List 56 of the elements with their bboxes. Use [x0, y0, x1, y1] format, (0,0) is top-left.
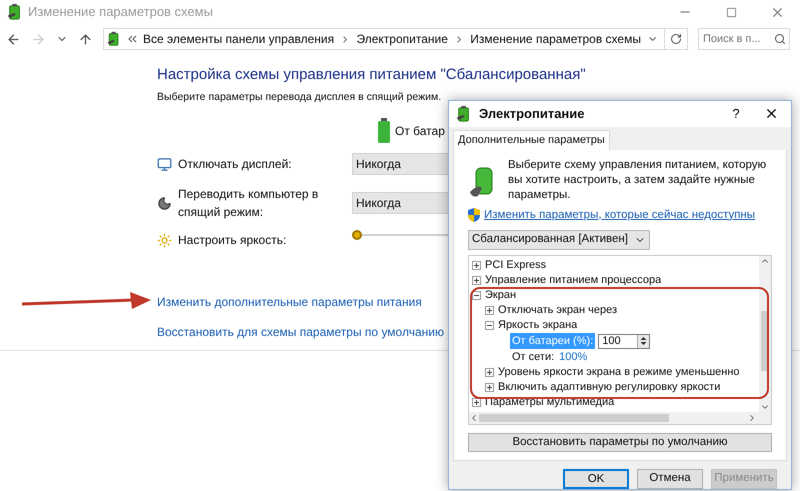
tree-item[interactable]: PCI Express — [485, 257, 546, 274]
overflow-chevrons-icon[interactable] — [128, 35, 137, 43]
setting-label: Отключать дисплей: — [178, 156, 293, 174]
plus-toggle-icon[interactable] — [472, 261, 481, 270]
setting-label: Переводить компьютер в спящий режим: — [178, 186, 320, 222]
minus-toggle-icon[interactable] — [472, 291, 481, 300]
plus-toggle-icon[interactable] — [485, 306, 494, 315]
setting-value[interactable]: 100% — [559, 348, 588, 366]
slider-thumb[interactable] — [352, 230, 362, 240]
spinner-arrows-icon[interactable] — [637, 334, 650, 348]
setting-label[interactable]: От сети: — [510, 348, 556, 366]
refresh-icon[interactable] — [670, 33, 682, 45]
plus-toggle-icon[interactable] — [485, 368, 494, 377]
column-header: От батар — [395, 123, 445, 140]
breadcrumb[interactable]: Все элементы панели управления — [143, 30, 334, 48]
restore-defaults-button[interactable]: Восстановить параметры по умолчанию — [468, 433, 772, 452]
dialog-button[interactable]: Отмена — [637, 469, 703, 489]
search-icon[interactable] — [774, 33, 786, 45]
page-heading: Настройка схемы управления питанием "Сбалансированная" — [157, 65, 586, 85]
moon-icon — [157, 196, 172, 211]
plan-dropdown[interactable]: Сбалансированная [Активен] — [468, 230, 650, 250]
plus-toggle-icon[interactable] — [472, 276, 481, 285]
page-subtitle: Выберите параметры перевода дисплея в спящий режим. — [157, 90, 442, 104]
plus-toggle-icon[interactable] — [485, 383, 494, 392]
link[interactable]: Изменить дополнительные параметры питания — [157, 293, 422, 312]
tree-item[interactable]: Яркость экрана — [498, 317, 578, 334]
help-button[interactable]: ? — [721, 104, 751, 124]
spinner-value: 100 — [601, 334, 622, 349]
number-spinner[interactable]: 100 — [598, 334, 650, 348]
search-field[interactable]: Поиск в п... — [698, 28, 790, 50]
tree-item[interactable]: Параметры мультимедиа — [485, 394, 614, 411]
horizontal-scrollbar[interactable] — [469, 412, 771, 424]
tree-item[interactable]: Управление питанием процессора — [485, 272, 662, 289]
display-icon — [157, 156, 172, 172]
breadcrumb[interactable]: Изменение параметров схемы — [470, 30, 641, 48]
setting-label: Настроить яркость: — [178, 232, 288, 250]
dialog-title: Электропитание — [479, 105, 585, 124]
tree-item[interactable]: Отключать экран через — [498, 302, 618, 319]
tree-item[interactable]: Уровень яркости экрана в режиме уменьшенно — [498, 364, 740, 381]
window-title: Изменение параметров схемы — [28, 3, 213, 22]
battery-icon — [377, 118, 391, 144]
dialog-button[interactable]: OK — [563, 469, 629, 489]
link[interactable]: Изменить параметры, которые сейчас недоступны — [484, 206, 756, 224]
breadcrumb[interactable]: Электропитание — [356, 30, 448, 48]
tree-item[interactable]: Экран — [485, 287, 516, 304]
address-field[interactable]: Все элементы панели управления Электропитание Изменение параметров схемы — [103, 28, 688, 50]
tree-item[interactable]: Включить адаптивную регулировку яркости — [498, 379, 720, 396]
minus-toggle-icon[interactable] — [485, 321, 494, 330]
sun-icon — [157, 232, 172, 248]
plus-toggle-icon[interactable] — [472, 398, 481, 407]
link[interactable]: Восстановить для схемы параметры по умолчанию — [157, 323, 444, 342]
shield-icon — [468, 208, 480, 222]
tab[interactable]: Дополнительные параметры — [453, 130, 610, 150]
dialog-description: Выберите схему управления питанием, которую вы хотите настроить, а затем задайте нужные параметры. — [508, 158, 768, 203]
up-icon[interactable] — [78, 32, 93, 46]
back-icon[interactable] — [6, 32, 21, 46]
